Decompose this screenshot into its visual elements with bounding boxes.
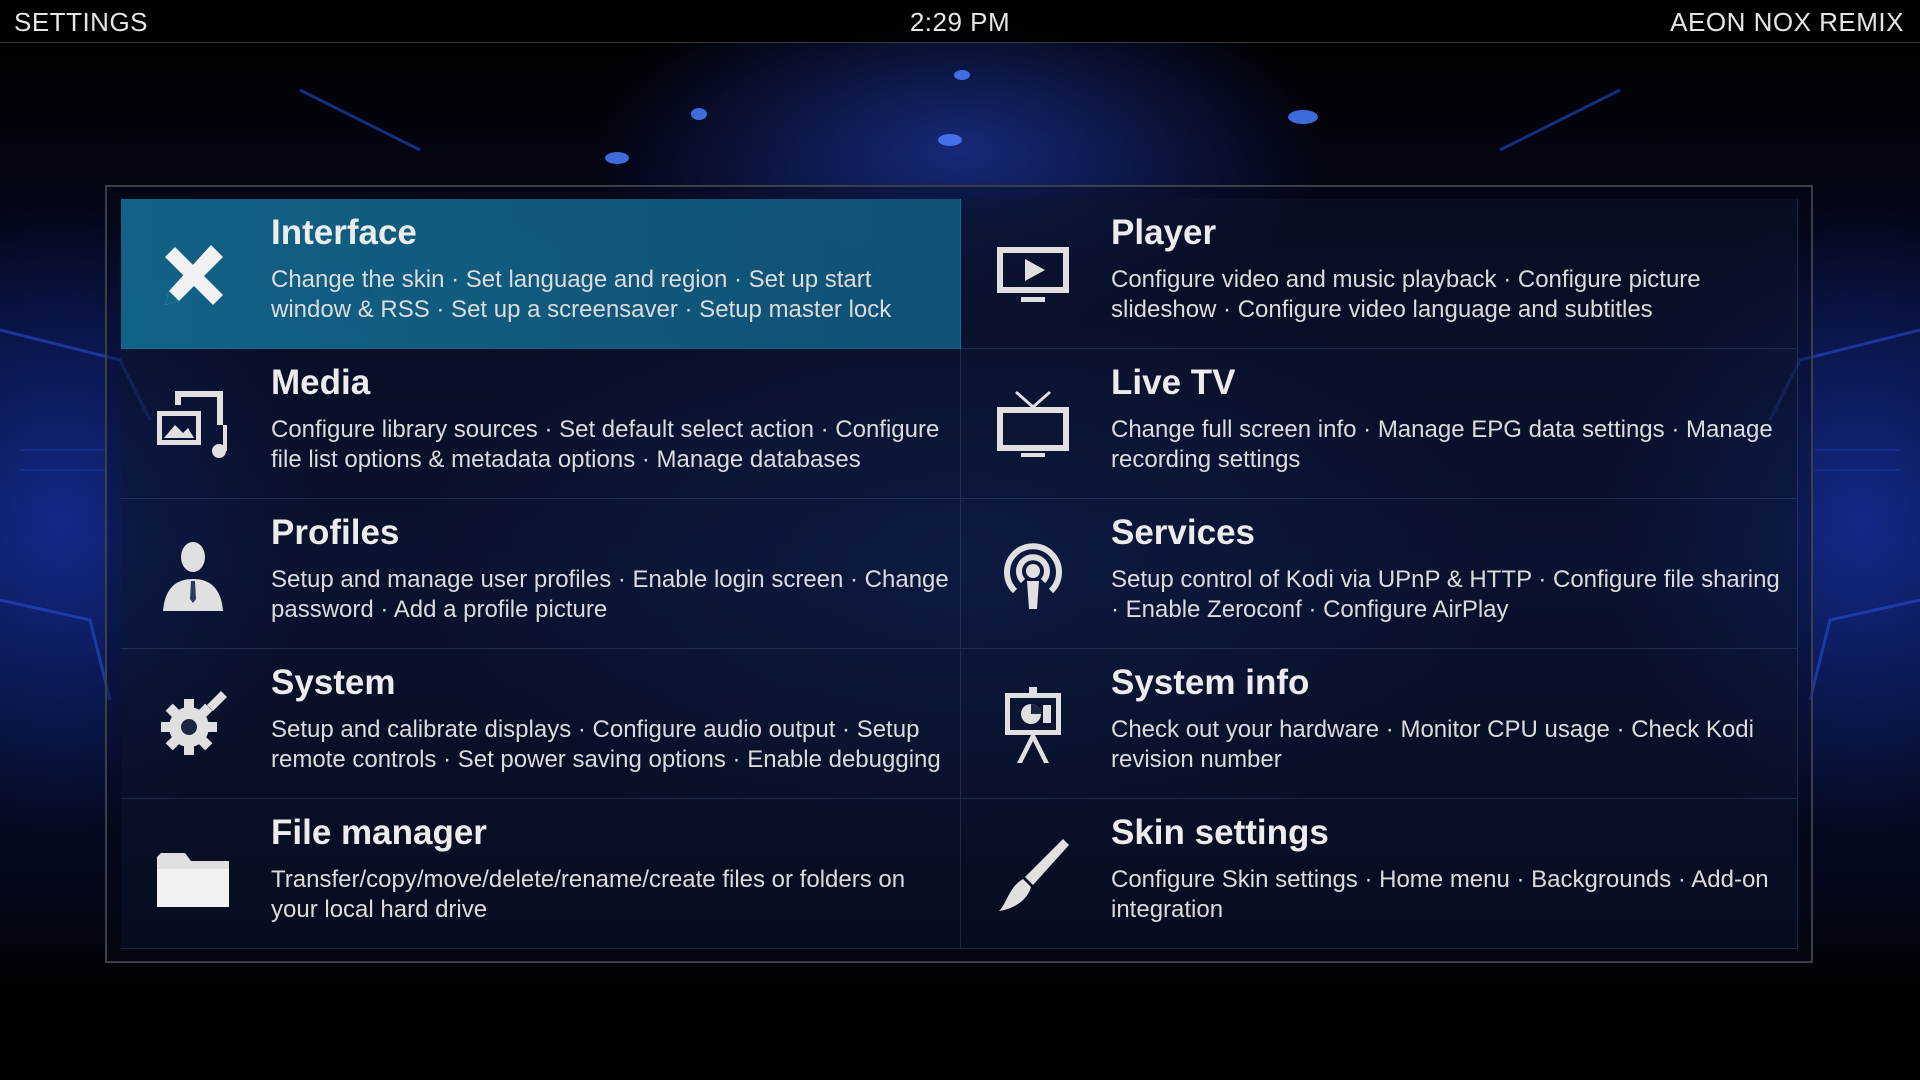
item-title: File manager (271, 813, 487, 852)
item-description: Configure library sources · Set default … (271, 416, 940, 473)
pencil-ruler-icon (153, 235, 233, 315)
media-library-icon (153, 385, 233, 465)
item-title: Live TV (1111, 363, 1236, 402)
item-description: Change full screen info · Manage EPG dat… (1111, 416, 1773, 473)
item-description: Configure video and music playback · Con… (1111, 266, 1701, 323)
item-description: Check out your hardware · Monitor CPU us… (1111, 716, 1754, 773)
broadcast-icon (993, 535, 1073, 615)
settings-item-skin-settings[interactable]: Skin settings Configure Skin settings · … (961, 799, 1798, 949)
settings-item-services[interactable]: Services Setup control of Kodi via UPnP … (961, 499, 1798, 649)
folder-icon (153, 835, 233, 915)
item-title: Interface (271, 213, 417, 252)
top-bar: SETTINGS 2:29 PM AEON NOX REMIX (0, 0, 1920, 43)
item-title: Media (271, 363, 371, 402)
settings-item-file-manager[interactable]: File manager Transfer/copy/move/delete/r… (121, 799, 961, 949)
skin-name: AEON NOX REMIX (1670, 7, 1904, 37)
gear-wrench-icon (153, 685, 233, 765)
settings-item-profiles[interactable]: Profiles Setup and manage user profiles … (121, 499, 961, 649)
item-description: Transfer/copy/move/delete/rename/create … (271, 866, 906, 923)
item-description: Setup and calibrate displays · Configure… (271, 716, 941, 773)
item-title: System info (1111, 663, 1310, 702)
clock: 2:29 PM (909, 7, 1011, 37)
item-description: Setup control of Kodi via UPnP & HTTP · … (1111, 566, 1780, 623)
settings-item-player[interactable]: Player Configure video and music playbac… (961, 199, 1798, 349)
settings-item-interface[interactable]: Interface Change the skin · Set language… (121, 199, 961, 349)
item-description: Change the skin · Set language and regio… (271, 266, 892, 323)
user-profile-icon (153, 535, 233, 615)
item-description: Configure Skin settings · Home menu · Ba… (1111, 866, 1769, 923)
paintbrush-icon (993, 835, 1073, 915)
item-title: Services (1111, 513, 1256, 552)
item-title: Skin settings (1111, 813, 1329, 852)
tv-antenna-icon (993, 385, 1073, 465)
presentation-board-icon (993, 685, 1073, 765)
settings-item-live-tv[interactable]: Live TV Change full screen info · Manage… (961, 349, 1798, 499)
item-title: Player (1111, 213, 1217, 252)
settings-item-media[interactable]: Media Configure library sources · Set de… (121, 349, 961, 499)
item-description: Setup and manage user profiles · Enable … (271, 566, 949, 623)
settings-item-system-info[interactable]: System info Check out your hardware · Mo… (961, 649, 1798, 799)
settings-grid: Interface Change the skin · Set language… (121, 199, 1798, 949)
settings-item-system[interactable]: System Setup and calibrate displays · Co… (121, 649, 961, 799)
monitor-play-icon (993, 235, 1073, 315)
item-title: Profiles (271, 513, 400, 552)
item-title: System (271, 663, 396, 702)
